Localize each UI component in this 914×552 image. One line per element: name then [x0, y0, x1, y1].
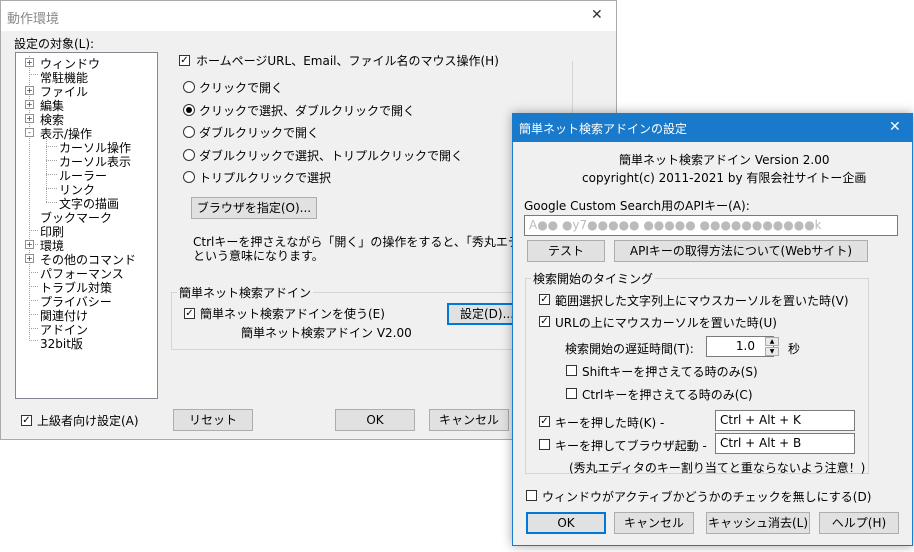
main-dialog-title: 動作環境: [7, 12, 60, 27]
range-selection-checkbox[interactable]: ✓: [539, 294, 550, 305]
key-browser-hotkey-input[interactable]: Ctrl + Alt + B: [715, 433, 855, 454]
tree-expander-icon[interactable]: +: [25, 100, 34, 109]
close-icon[interactable]: ✕: [889, 119, 901, 135]
spin-up-icon[interactable]: ▲: [765, 337, 779, 346]
click-mode-radio-label: クリックで開く: [199, 81, 284, 95]
browser-select-button[interactable]: ブラウザを指定(O)...: [191, 197, 317, 219]
target-label: 設定の対象(L):: [14, 37, 95, 51]
range-selection-label: 範囲選択した文字列上にマウスカーソルを置いた時(V): [555, 294, 849, 308]
key-press-label: キーを押した時(K) -: [555, 416, 665, 430]
tree-expander-icon[interactable]: +: [25, 114, 34, 123]
click-mode-radio-label: ダブルクリックで選択、トリプルクリックで開く: [199, 148, 464, 163]
advanced-settings-checkbox[interactable]: ✓: [21, 415, 32, 426]
tree-expander-icon[interactable]: +: [25, 86, 34, 95]
hotkey-caution-text: (秀丸エディタのキー割り当てと重ならないよう注意！): [569, 461, 866, 475]
addin-cancel-button[interactable]: キャンセル: [614, 512, 694, 534]
tree-expander-icon[interactable]: +: [25, 254, 34, 263]
delay-unit: 秒: [788, 342, 801, 356]
click-mode-radio-label: ダブルクリックで開く: [199, 126, 320, 140]
advanced-settings-label: 上級者向け設定(A): [37, 414, 139, 428]
about-line1: 簡単ネット検索アドイン Version 2.00: [619, 153, 830, 167]
main-titlebar: 動作環境 ✕: [1, 1, 616, 31]
shift-only-checkbox[interactable]: [566, 365, 577, 376]
active-window-check-checkbox[interactable]: [526, 490, 537, 501]
reset-button[interactable]: リセット: [173, 409, 253, 431]
cancel-button[interactable]: キャンセル: [429, 409, 509, 431]
addin-enable-checkbox[interactable]: ✓: [184, 308, 195, 319]
key-browser-label: キーを押してブラウザ起動 -: [555, 439, 707, 453]
key-browser-checkbox[interactable]: [539, 439, 550, 450]
test-button[interactable]: テスト: [527, 240, 605, 262]
tree-expander-icon[interactable]: -: [25, 128, 34, 137]
api-key-label: Google Custom Search用のAPIキー(A):: [524, 199, 750, 213]
click-mode-radio[interactable]: [183, 148, 195, 161]
ctrl-only-label: Ctrlキーを押さえてる時のみ(C): [582, 388, 753, 402]
api-key-input[interactable]: A●● ●y7●●●●● ●●●●● ●●●●●●●●●●●k: [524, 215, 898, 236]
click-mode-radio[interactable]: [183, 81, 195, 93]
url-hover-checkbox[interactable]: ✓: [539, 316, 550, 327]
click-mode-radio[interactable]: [183, 103, 195, 116]
clear-cache-button[interactable]: キャッシュ消去(L): [706, 512, 810, 534]
spin-down-icon[interactable]: ▼: [765, 347, 779, 356]
delay-spinner[interactable]: ▲ ▼: [765, 337, 779, 356]
click-mode-radio[interactable]: [183, 126, 195, 138]
addin-group-title: 簡単ネット検索アドイン: [177, 284, 314, 301]
about-line2: copyright(c) 2011-2021 by 有限会社サイトー企画: [582, 171, 867, 185]
click-mode-radio-label: クリックで選択、ダブルクリックで開く: [199, 103, 416, 118]
key-press-checkbox[interactable]: ✓: [539, 416, 550, 427]
ctrl-only-checkbox[interactable]: [566, 388, 577, 399]
delay-input[interactable]: 1.0: [706, 336, 774, 357]
delay-value: 1.0: [735, 339, 755, 353]
ctrl-note-line2: という意味になります。: [193, 249, 324, 263]
addin-enable-label: 簡単ネット検索アドインを使う(E): [200, 307, 385, 321]
tree-expander-icon[interactable]: +: [25, 240, 34, 249]
settings-tree[interactable]: + ウィンドウ 常駐機能 + ファイル + 編集 + 検索 - 表示/操作 カーソル操作 カーソル表示ル…: [15, 52, 158, 399]
url-hover-label: URLの上にマウスカーソルを置いた時(U): [555, 316, 777, 330]
click-mode-radio-label: トリプルクリックで選択: [199, 171, 332, 185]
close-icon[interactable]: ✕: [591, 7, 603, 23]
addin-titlebar: 簡単ネット検索アドインの設定 ✕: [513, 114, 912, 142]
click-mode-radio[interactable]: [183, 171, 195, 183]
delay-label: 検索開始の遅延時間(T):: [565, 342, 694, 356]
timing-group-title: 検索開始のタイミング: [531, 270, 656, 287]
shift-only-label: Shiftキーを押さえてる時のみ(S): [582, 365, 758, 379]
tree-expander-icon[interactable]: +: [25, 58, 34, 67]
addin-version-text: 簡単ネット検索アドイン V2.00: [241, 326, 412, 340]
addin-dialog-title: 簡単ネット検索アドインの設定: [519, 122, 688, 136]
addin-ok-button[interactable]: OK: [526, 512, 606, 534]
api-help-button[interactable]: APIキーの取得方法について(Webサイト): [614, 240, 868, 262]
addin-settings-dialog: 簡単ネット検索アドインの設定 ✕ 簡単ネット検索アドイン Version 2.0…: [512, 113, 913, 546]
key-press-hotkey-input[interactable]: Ctrl + Alt + K: [715, 410, 855, 431]
ok-button[interactable]: OK: [335, 409, 415, 431]
active-window-check-label: ウィンドウがアクティブかどうかのチェックを無しにする(D): [542, 490, 872, 504]
tree-item[interactable]: 32bit版: [40, 335, 83, 352]
help-button[interactable]: ヘルプ(H): [819, 512, 899, 534]
